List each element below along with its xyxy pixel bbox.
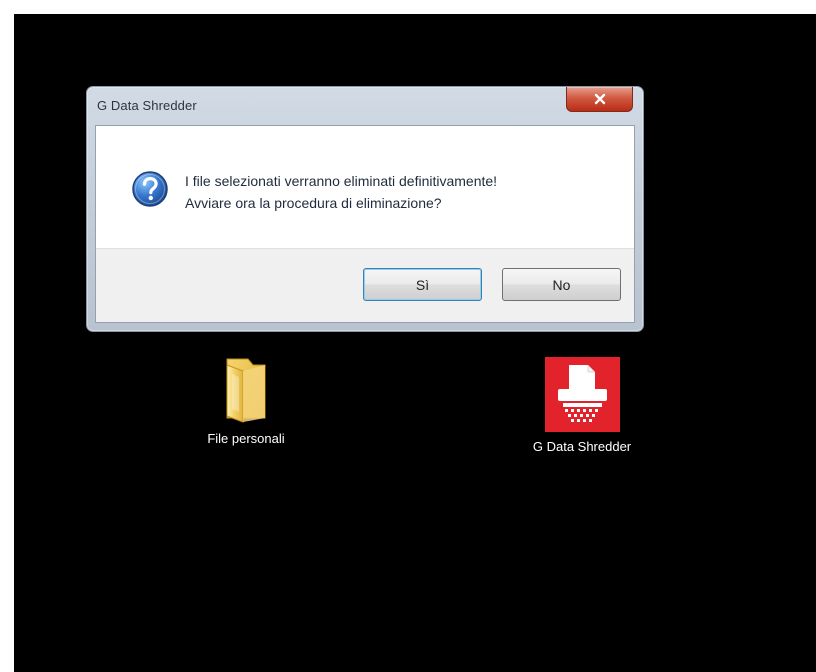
desktop[interactable]: G Data Shredder I file selezionati verra… [14,14,816,672]
message-text: I file selezionati verranno eliminati de… [185,170,605,214]
window-title: G Data Shredder [97,98,197,113]
desktop-icon-file-personali[interactable]: File personali [190,354,302,448]
desktop-icon-g-data-shredder[interactable]: G Data Shredder [519,357,645,456]
shredder-confirmation-dialog: G Data Shredder I file selezionati verra… [86,86,644,332]
message-area: I file selezionati verranno eliminati de… [96,126,634,248]
yes-button[interactable]: Sì [363,268,482,301]
close-button[interactable] [566,87,633,112]
yes-button-label: Sì [415,276,430,293]
close-icon [594,93,605,105]
no-button-label: No [552,276,571,293]
button-footer: Sì No [96,248,634,322]
dialog-titlebar[interactable]: G Data Shredder [87,87,643,125]
desktop-icon-label: G Data Shredder [532,439,632,454]
folder-icon [226,358,266,423]
dialog-client-area: I file selezionati verranno eliminati de… [95,125,635,323]
message-line-2: Avviare ora la procedura di eliminazione… [185,195,442,211]
shredder-icon [544,357,620,432]
question-icon [132,171,168,207]
no-button[interactable]: No [502,268,621,301]
desktop-icon-label: File personali [207,431,285,446]
message-line-1: I file selezionati verranno eliminati de… [185,173,498,189]
